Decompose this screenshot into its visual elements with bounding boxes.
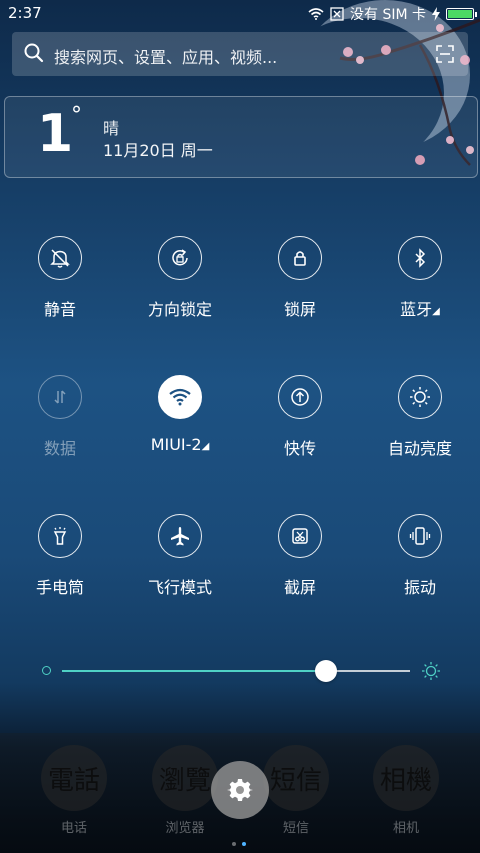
toggle-label: 截屏 [283, 578, 316, 597]
camera-app-icon: 相機 [373, 745, 439, 811]
search-bar[interactable]: 搜索网页、设置、应用、视频... [12, 32, 468, 76]
gear-icon [227, 779, 253, 801]
phone-app-icon: 電話 [41, 745, 107, 811]
dock-app-label: 短信 [282, 821, 309, 836]
quick-transfer-icon [278, 375, 322, 419]
bluetooth-icon [398, 236, 442, 280]
mobile-data-icon [38, 375, 82, 419]
toggle-lock-screen[interactable]: 锁屏 [240, 236, 360, 336]
temperature-value: 1 [37, 104, 74, 164]
toggle-label: 飞行模式 [147, 578, 212, 597]
slider-track[interactable] [62, 670, 410, 672]
toggle-auto-brightness[interactable]: 自动亮度 [360, 375, 480, 475]
carrier-text: 没有 SIM 卡 [350, 7, 426, 23]
messages-app-icon: 短信 [263, 745, 329, 811]
status-time: 2:37 [8, 4, 42, 22]
expand-triangle-icon: ◢ [201, 441, 210, 452]
weather-condition: 晴 [103, 119, 120, 138]
toggle-flashlight[interactable]: 手电筒 [0, 514, 120, 614]
toggle-label: 蓝牙◢ [400, 300, 440, 319]
no-sim-icon [330, 7, 344, 21]
mute-bell-icon [38, 236, 82, 280]
page-dot [232, 842, 236, 846]
toggle-mobile-data[interactable]: 数据 [0, 375, 120, 475]
scan-icon[interactable] [436, 45, 454, 63]
status-icons: 没有 SIM 卡 [308, 4, 477, 24]
vibrate-icon [398, 514, 442, 558]
toggle-label: 静音 [43, 300, 76, 319]
toggle-label: 手电筒 [35, 578, 84, 597]
search-placeholder: 搜索网页、设置、应用、视频... [54, 48, 278, 67]
screenshot-icon [278, 514, 322, 558]
charging-icon [432, 7, 440, 21]
page-indicator [232, 842, 246, 846]
toggle-label: 快传 [283, 439, 316, 458]
toggle-bluetooth[interactable]: 蓝牙◢ [360, 236, 480, 336]
brightness-slider[interactable] [36, 656, 446, 686]
search-icon [24, 43, 44, 63]
dock-app-phone: 電話 电话 [34, 745, 114, 845]
flashlight-icon [38, 514, 82, 558]
dock-app-label: 电话 [60, 821, 87, 836]
toggle-label: 数据 [43, 439, 76, 458]
dock-app-camera: 相機 相机 [366, 745, 446, 845]
toggle-vibrate[interactable]: 振动 [360, 514, 480, 614]
battery-icon [446, 8, 477, 20]
slider-thumb[interactable] [315, 660, 338, 682]
toggle-wifi[interactable]: MIUI-2◢ [120, 375, 240, 475]
brightness-high-icon [422, 662, 440, 680]
brightness-low-icon [42, 666, 51, 675]
toggle-airplane-mode[interactable]: 飞行模式 [120, 514, 240, 614]
toggle-quick-transfer[interactable]: 快传 [240, 375, 360, 475]
toggle-mute[interactable]: 静音 [0, 236, 120, 336]
toggle-screenshot[interactable]: 截屏 [240, 514, 360, 614]
auto-brightness-icon [398, 375, 442, 419]
toggle-label: 锁屏 [283, 300, 316, 319]
settings-button[interactable] [211, 761, 269, 819]
toggle-label: MIUI-2◢ [150, 435, 210, 454]
browser-app-icon: 瀏覽 [152, 745, 218, 811]
page-dot-active [242, 842, 246, 846]
degree-symbol: ° [71, 103, 82, 128]
wifi-icon [158, 375, 202, 419]
toggle-label: 自动亮度 [387, 439, 452, 458]
toggle-label: 振动 [403, 578, 436, 597]
toggle-rotation-lock[interactable]: 方向锁定 [120, 236, 240, 336]
airplane-icon [158, 514, 202, 558]
lock-icon [278, 236, 322, 280]
wifi-status-icon [308, 8, 324, 20]
expand-triangle-icon: ◢ [432, 306, 440, 317]
slider-track-fill [62, 670, 327, 672]
dock-app-label: 浏览器 [165, 821, 205, 836]
rotation-lock-icon [158, 236, 202, 280]
battery-level-fill [448, 10, 472, 18]
status-bar: 2:37 没有 SIM 卡 [0, 0, 480, 26]
dock-app-label: 相机 [392, 821, 419, 836]
weather-date: 11月20日 周一 [103, 141, 213, 160]
toggle-label: 方向锁定 [147, 300, 212, 319]
weather-card[interactable]: 1 ° 晴 11月20日 周一 [4, 96, 478, 178]
